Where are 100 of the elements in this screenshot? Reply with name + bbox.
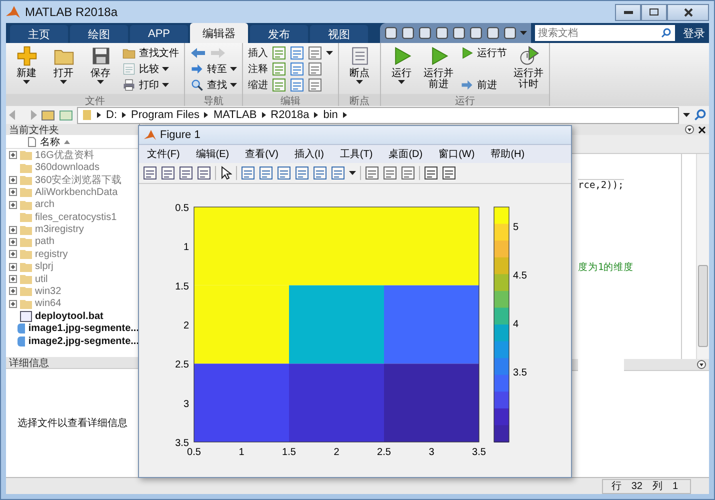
ribbon-button[interactable]: 运行节 bbox=[460, 45, 507, 60]
group-label: 运行 bbox=[381, 94, 549, 106]
separator-arrow-icon bbox=[342, 112, 347, 118]
file-name[interactable]: deploytool.bat bbox=[35, 310, 104, 322]
file-name[interactable]: util bbox=[35, 274, 48, 285]
expand-icon[interactable] bbox=[9, 151, 17, 160]
pointer-icon[interactable] bbox=[220, 166, 232, 180]
expand-icon[interactable] bbox=[9, 176, 17, 184]
code-tool-icon[interactable] bbox=[290, 46, 304, 60]
path-segment[interactable]: Program Files bbox=[131, 109, 200, 121]
file-name[interactable]: win32 bbox=[35, 286, 62, 297]
ribbon-tab[interactable]: 视图 bbox=[310, 25, 368, 43]
path-segment[interactable]: MATLAB bbox=[213, 109, 257, 121]
ribbon-button[interactable]: 运行并计时 bbox=[513, 45, 544, 90]
file-name[interactable]: 360downloads bbox=[35, 162, 100, 174]
ribbon-button[interactable]: 运行并前进 bbox=[423, 45, 454, 90]
expand-icon[interactable] bbox=[9, 200, 17, 209]
menu-item[interactable]: 编辑(E) bbox=[196, 147, 230, 161]
expand-icon[interactable] bbox=[9, 262, 17, 271]
folder-up-icon[interactable] bbox=[41, 109, 55, 121]
ribbon-button[interactable]: 查找 bbox=[190, 77, 237, 92]
ribbon-tab[interactable]: 编辑器 bbox=[190, 23, 248, 43]
code-tool-icon[interactable] bbox=[272, 46, 286, 60]
ribbon-button[interactable]: 前进 bbox=[460, 77, 507, 92]
y-tick-label: 3.5 bbox=[175, 438, 189, 449]
login-link[interactable]: 登录 bbox=[679, 26, 709, 40]
ribbon-tab[interactable]: 发布 bbox=[250, 25, 308, 43]
scrollbar[interactable] bbox=[696, 154, 709, 359]
menu-item[interactable]: 窗口(W) bbox=[438, 147, 475, 161]
folder-icon bbox=[82, 109, 92, 121]
code-tool-icon[interactable] bbox=[272, 62, 286, 76]
panel-title: 当前文件夹 bbox=[9, 124, 59, 136]
colorbar-tick-label: 3.5 bbox=[513, 368, 527, 378]
file-name[interactable]: 360安全浏览器下载 bbox=[35, 172, 122, 187]
ribbon-button[interactable]: 保存 bbox=[85, 45, 116, 84]
ribbon-tab[interactable]: 绘图 bbox=[70, 25, 128, 43]
code-tool-icon[interactable] bbox=[290, 62, 304, 76]
expand-icon[interactable] bbox=[9, 300, 17, 308]
folder-icon bbox=[20, 174, 32, 185]
ribbon-button[interactable]: 断点 bbox=[344, 45, 375, 84]
expand-icon[interactable] bbox=[9, 238, 17, 246]
code-tool-icon[interactable] bbox=[308, 46, 322, 60]
file-name[interactable]: registry bbox=[35, 248, 68, 260]
file-name[interactable]: win64 bbox=[35, 298, 62, 310]
folder-icon bbox=[20, 150, 32, 160]
search-field[interactable]: 搜索文档 bbox=[535, 25, 661, 41]
ribbon-button[interactable]: 运行 bbox=[386, 45, 417, 84]
ribbon-tab[interactable]: APP bbox=[130, 25, 188, 43]
ribbon-button[interactable]: 转至 bbox=[190, 61, 237, 76]
code-comment: 度为1的维度 bbox=[578, 261, 634, 274]
file-name[interactable]: path bbox=[35, 236, 54, 248]
file-name[interactable]: 16G优盘资料 bbox=[35, 149, 94, 162]
file-name[interactable]: slprj bbox=[35, 261, 54, 272]
file-name[interactable]: image2.jpg-segmente... bbox=[28, 336, 139, 347]
group-label: 导航 bbox=[185, 94, 242, 106]
menu-item[interactable]: 帮助(H) bbox=[490, 147, 525, 161]
path-segment[interactable]: R2018a bbox=[270, 109, 310, 121]
expand-icon[interactable] bbox=[9, 287, 17, 296]
caret-icon[interactable] bbox=[683, 113, 690, 117]
ribbon-button[interactable]: 查找文件 bbox=[122, 45, 179, 60]
x-tick-label: 2 bbox=[334, 447, 340, 458]
close-icon[interactable] bbox=[698, 126, 706, 134]
arrow-icon bbox=[190, 62, 204, 76]
ribbon-button[interactable]: 比较 bbox=[122, 61, 179, 76]
back-arrow-icon[interactable] bbox=[190, 46, 206, 58]
menu-item[interactable]: 插入(I) bbox=[294, 147, 324, 161]
code-tool-icon[interactable] bbox=[308, 78, 322, 92]
file-name[interactable]: files_ceratocystis1 bbox=[35, 212, 117, 223]
path-segment[interactable]: bin bbox=[323, 109, 338, 121]
address-bar[interactable]: D: Program Files MATLAB R2018a bin bbox=[77, 106, 679, 124]
file-name[interactable]: image1.jpg-segmente... bbox=[28, 323, 139, 334]
search-icon bbox=[190, 78, 204, 92]
close-button[interactable] bbox=[667, 4, 709, 20]
column-header[interactable]: 名称 bbox=[40, 134, 60, 148]
menu-item[interactable]: 查看(V) bbox=[245, 147, 278, 161]
panel-menu-icon[interactable] bbox=[697, 360, 706, 369]
ribbon-label: 缩进 bbox=[248, 78, 268, 92]
menu-item[interactable]: 桌面(D) bbox=[388, 147, 423, 161]
search-icon[interactable] bbox=[694, 109, 706, 121]
file-name[interactable]: arch bbox=[35, 199, 54, 210]
file-name[interactable]: m3iregistry bbox=[35, 224, 84, 236]
ribbon-button[interactable]: 打印 bbox=[122, 77, 179, 92]
ribbon-button[interactable]: 新建 bbox=[11, 45, 42, 84]
expand-icon[interactable] bbox=[9, 226, 17, 234]
expand-icon[interactable] bbox=[9, 188, 17, 196]
expand-icon[interactable] bbox=[9, 250, 17, 258]
expand-icon[interactable] bbox=[9, 275, 17, 284]
file-name[interactable]: AliWorkbenchData bbox=[35, 186, 118, 198]
path-segment[interactable]: D: bbox=[106, 109, 117, 121]
code-tool-icon[interactable] bbox=[272, 78, 286, 92]
menu-item[interactable]: 文件(F) bbox=[147, 147, 180, 161]
menu-item[interactable]: 工具(T) bbox=[340, 147, 373, 161]
maximize-button[interactable] bbox=[641, 4, 667, 20]
code-tool-icon[interactable] bbox=[290, 78, 304, 92]
panel-menu-icon[interactable] bbox=[685, 125, 694, 134]
image-file-icon bbox=[17, 336, 26, 347]
ribbon-tab[interactable]: 主页 bbox=[10, 25, 68, 43]
ribbon-button[interactable]: 打开 bbox=[48, 45, 79, 84]
code-tool-icon[interactable] bbox=[308, 62, 322, 76]
minimize-button[interactable] bbox=[615, 4, 641, 20]
